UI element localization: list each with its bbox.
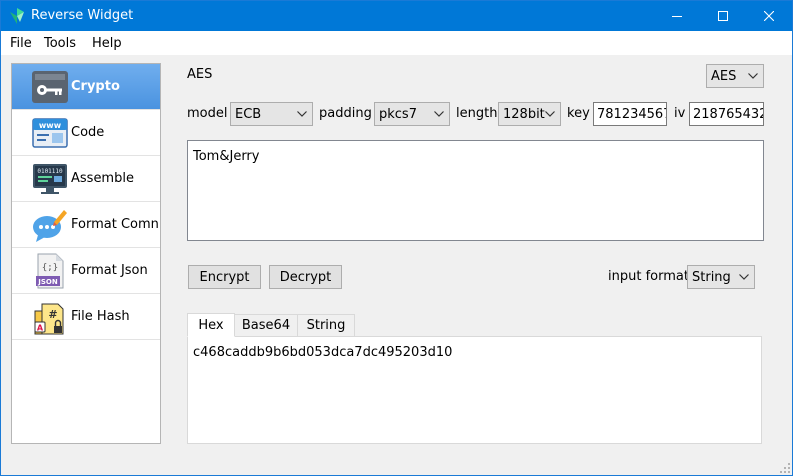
svg-text:A: A [37, 324, 44, 333]
key-label: key [567, 106, 590, 121]
input-textarea[interactable]: Tom&Jerry [187, 140, 764, 241]
chevron-down-icon [748, 73, 758, 79]
sidebar-item-format-comn[interactable]: Format Comn [12, 202, 160, 248]
chevron-down-icon [545, 111, 555, 117]
sidebar-item-crypto[interactable]: Crypto [12, 64, 160, 110]
svg-text:0101110: 0101110 [37, 168, 63, 175]
sidebar-item-format-json[interactable]: {;} JSON Format Json [12, 248, 160, 294]
title-bar[interactable]: Reverse Widget [1, 1, 792, 31]
sidebar: Crypto www Code 0101110 Assemble Format … [11, 63, 161, 444]
input-format-select-value: String [692, 270, 731, 285]
menu-file[interactable]: File [10, 36, 32, 51]
close-button[interactable] [746, 1, 792, 31]
binary-monitor-icon: 0101110 [33, 164, 67, 194]
key-input-value: 7812345678 [597, 107, 666, 122]
decrypt-button[interactable]: Decrypt [269, 265, 342, 289]
maximize-button[interactable] [700, 1, 746, 31]
window-title: Reverse Widget [31, 8, 134, 23]
chevron-down-icon [434, 111, 444, 117]
app-window: Reverse Widget File Tools Help Crypto ww… [0, 0, 793, 476]
crypto-key-icon [32, 71, 68, 103]
tab-base64[interactable]: Base64 [234, 314, 298, 337]
svg-text:#: # [48, 308, 57, 321]
padding-select-value: pkcs7 [379, 107, 417, 122]
chat-pencil-icon [33, 210, 67, 242]
tab-string[interactable]: String [297, 314, 355, 337]
encrypt-button[interactable]: Encrypt [188, 265, 261, 289]
sidebar-item-assemble[interactable]: 0101110 Assemble [12, 156, 160, 202]
svg-text:JSON: JSON [37, 278, 58, 286]
sidebar-item-label: File Hash [71, 309, 130, 324]
tab-hex[interactable]: Hex [187, 313, 235, 337]
chevron-down-icon [297, 111, 307, 117]
minimize-button[interactable] [654, 1, 700, 31]
sidebar-item-label: Assemble [71, 171, 134, 186]
model-label: model [187, 106, 228, 121]
result-text: c468caddb9b6bd053dca7dc495203d10 [193, 345, 453, 360]
length-label: length [456, 106, 498, 121]
menu-help[interactable]: Help [92, 36, 122, 51]
svg-text:www: www [39, 121, 62, 130]
padding-label: padding [319, 106, 372, 121]
json-file-icon: {;} JSON [36, 253, 64, 289]
chevron-down-icon [739, 274, 749, 280]
svg-text:{;}: {;} [42, 263, 58, 273]
sidebar-item-file-hash[interactable]: # A File Hash [12, 294, 160, 340]
iv-input-value: 2187654321 [693, 107, 763, 122]
padding-select[interactable]: pkcs7 [374, 102, 450, 126]
model-select-value: ECB [235, 107, 262, 122]
model-select[interactable]: ECB [230, 102, 313, 126]
menu-bar: File Tools Help [1, 31, 792, 55]
sidebar-item-label: Crypto [71, 79, 120, 94]
result-panel[interactable]: c468caddb9b6bd053dca7dc495203d10 [187, 336, 762, 444]
close-icon [764, 11, 774, 21]
length-select-value: 128bit [503, 107, 545, 122]
algorithm-title: AES [187, 67, 213, 82]
minimize-icon [672, 16, 682, 17]
algorithm-select-value: AES [711, 69, 737, 84]
iv-label: iv [674, 106, 686, 121]
file-hash-icon: # A [34, 303, 64, 335]
iv-input[interactable]: 2187654321 [689, 102, 764, 126]
sidebar-item-code[interactable]: www Code [12, 110, 160, 156]
menu-tools[interactable]: Tools [44, 36, 76, 51]
app-logo-icon [10, 8, 24, 24]
input-text: Tom&Jerry [193, 149, 260, 164]
input-format-label: input format [608, 269, 689, 284]
sidebar-item-label: Format Json [71, 263, 148, 278]
www-code-icon: www [32, 118, 68, 148]
sidebar-item-label: Code [71, 125, 105, 140]
length-select[interactable]: 128bit [498, 102, 561, 126]
sidebar-item-label: Format Comn [71, 217, 159, 232]
input-format-select[interactable]: String [687, 265, 755, 289]
maximize-icon [718, 11, 728, 21]
resize-grip-icon[interactable] [780, 463, 791, 474]
key-input[interactable]: 7812345678 [593, 102, 667, 126]
algorithm-select[interactable]: AES [706, 64, 764, 88]
